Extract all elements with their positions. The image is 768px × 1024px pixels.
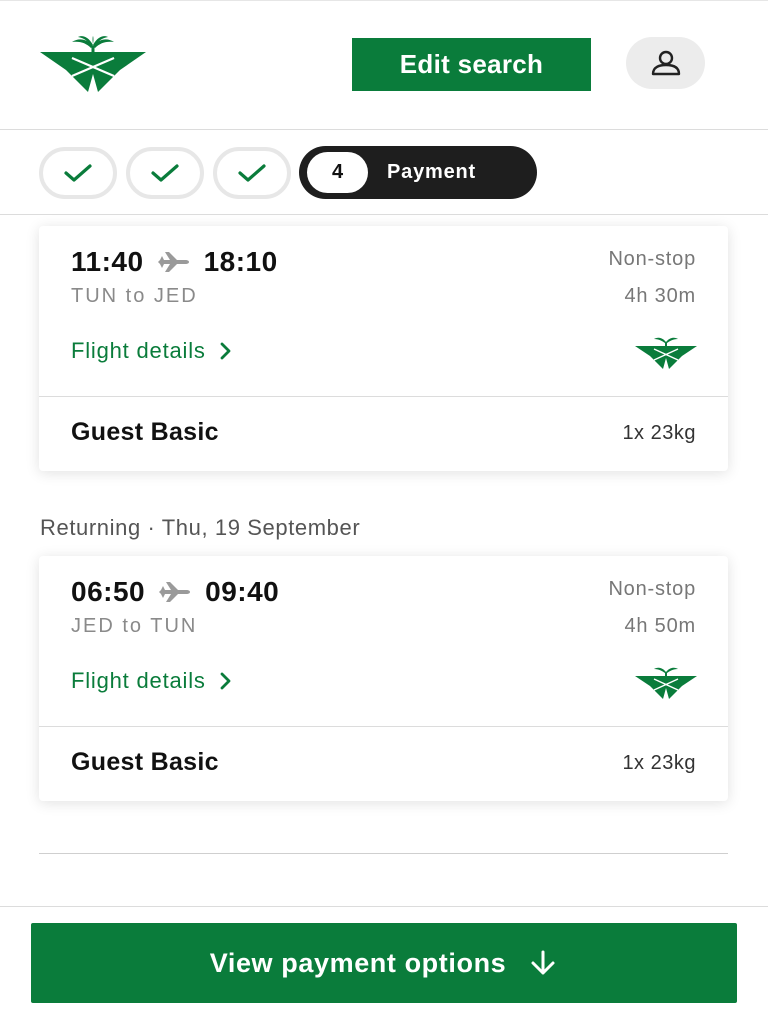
flight-details-label: Flight details <box>71 338 206 363</box>
airline-logo-icon <box>635 667 697 699</box>
airline-logo-icon <box>635 337 697 369</box>
user-icon <box>651 50 680 76</box>
chevron-right-icon <box>220 342 232 360</box>
plane-icon <box>159 581 191 603</box>
step-label: Payment <box>387 161 476 183</box>
arrival-time: 09:40 <box>205 576 280 607</box>
route-destination: JED <box>153 285 198 307</box>
profile-button[interactable] <box>626 37 705 89</box>
route-separator: to <box>122 615 144 637</box>
time-row: 06:50 09:40 <box>71 574 279 610</box>
fare-type: Guest Basic <box>71 418 219 446</box>
departure-time: 06:50 <box>71 576 146 607</box>
check-icon <box>64 164 92 182</box>
card-divider <box>39 726 728 727</box>
plane-icon <box>157 251 190 273</box>
route-origin: JED <box>71 615 115 637</box>
chevron-right-icon <box>220 672 232 690</box>
view-payment-options-button[interactable]: View payment options <box>31 923 737 1003</box>
booking-progress-steps: 4 Payment <box>0 131 768 215</box>
payment-button-label: View payment options <box>209 947 507 978</box>
check-icon <box>238 164 266 182</box>
fare-type: Guest Basic <box>71 748 219 776</box>
route-destination: TUN <box>150 615 198 637</box>
check-icon <box>151 164 179 182</box>
step-number: 4 <box>307 152 368 193</box>
card-divider <box>39 396 728 397</box>
flight-details-link[interactable]: Flight details <box>71 338 232 364</box>
flight-duration: 4h 50m <box>624 615 696 637</box>
arrow-down-icon <box>528 950 558 976</box>
arrival-time: 18:10 <box>203 246 278 277</box>
route-separator: to <box>125 285 147 307</box>
step-4-current[interactable]: 4 Payment <box>299 146 537 199</box>
returning-date-label: Returning · Thu, 19 September <box>40 515 361 540</box>
edit-search-button[interactable]: Edit search <box>352 38 591 91</box>
flight-details-link[interactable]: Flight details <box>71 668 232 694</box>
flight-card-return: 06:50 09:40 JED to TUN Non-stop 4h 50m F… <box>39 556 728 801</box>
route-origin: TUN <box>71 285 119 307</box>
step-3-completed[interactable] <box>213 147 291 199</box>
section-divider <box>39 853 728 854</box>
route: JED to TUN <box>71 615 197 638</box>
time-row: 11:40 18:10 <box>71 244 278 280</box>
step-1-completed[interactable] <box>39 147 117 199</box>
departure-time: 11:40 <box>71 246 144 277</box>
step-2-completed[interactable] <box>126 147 204 199</box>
stops-info: Non-stop <box>608 248 696 270</box>
header: Edit search <box>0 0 768 130</box>
flight-details-label: Flight details <box>71 668 206 693</box>
stops-info: Non-stop <box>608 578 696 600</box>
flight-duration: 4h 30m <box>624 285 696 307</box>
route: TUN to JED <box>71 285 198 308</box>
baggage-allowance: 1x 23kg <box>622 752 696 774</box>
baggage-allowance: 1x 23kg <box>622 422 696 444</box>
saudia-palm-logo-icon[interactable] <box>38 36 148 94</box>
flight-card-outbound: 11:40 18:10 TUN to JED Non-stop 4h 30m F… <box>39 226 728 471</box>
